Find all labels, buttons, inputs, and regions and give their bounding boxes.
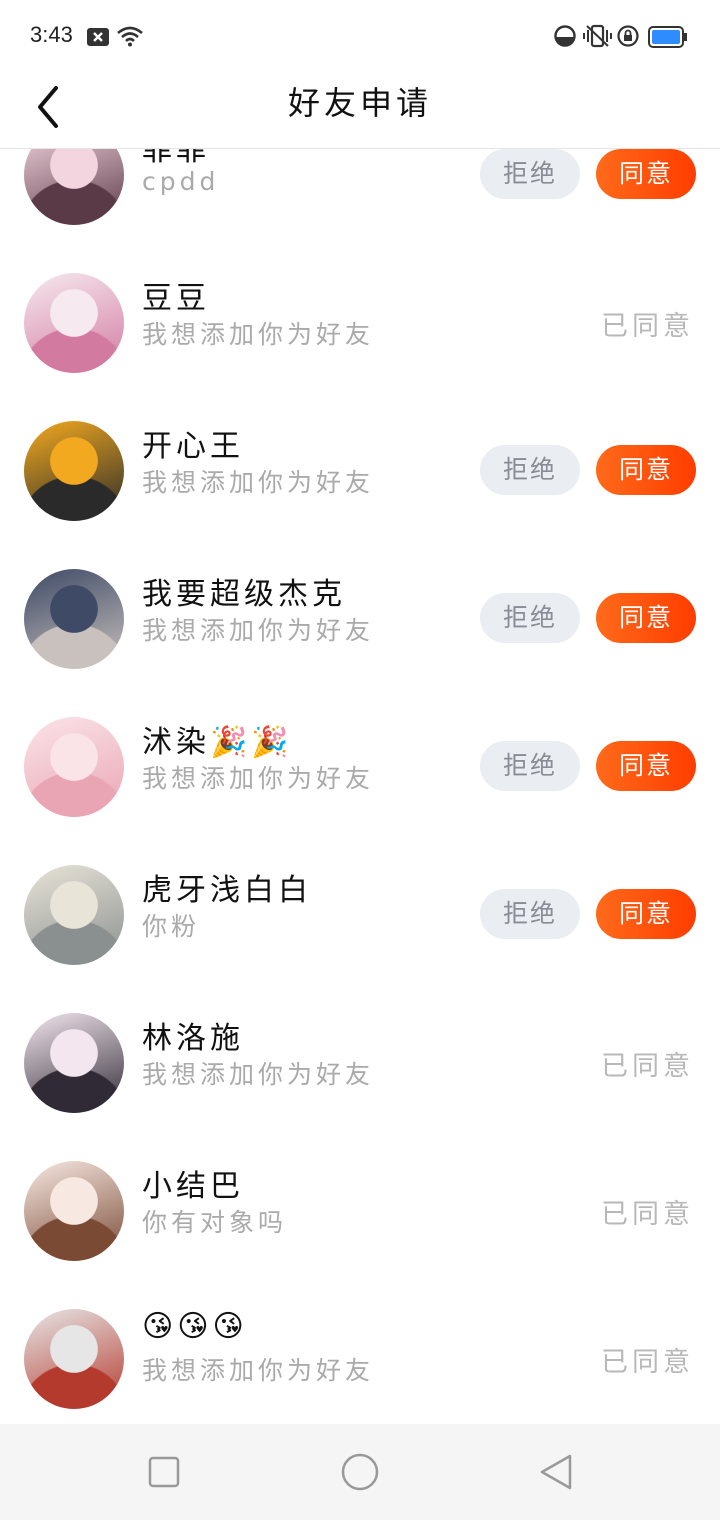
user-name: 开心王 (142, 429, 244, 464)
request-message: 你粉 (142, 912, 201, 941)
user-avatar[interactable] (24, 421, 124, 521)
request-message: 我想添加你为好友 (142, 1356, 375, 1385)
home-button[interactable] (340, 1452, 380, 1492)
request-message: 我想添加你为好友 (142, 468, 375, 497)
request-message: 你有对象吗 (142, 1208, 288, 1237)
recents-button[interactable] (144, 1452, 184, 1492)
data-saver-icon (554, 25, 576, 47)
back-nav-button[interactable] (536, 1452, 576, 1492)
user-name: 小结巴 (142, 1169, 244, 1204)
home-circle-icon (341, 1453, 379, 1491)
accepted-status: 已同意 (601, 1199, 694, 1230)
request-message: 我想添加你为好友 (142, 320, 375, 349)
friend-request-row[interactable]: 豆豆我想添加你为好友 已同意 (0, 248, 720, 396)
page-title: 好友申请 (287, 84, 432, 122)
user-avatar[interactable] (24, 1309, 124, 1409)
system-navigation-bar (0, 1424, 720, 1520)
friend-request-row[interactable]: 😘😘😘 我想添加你为好友 已同意 (0, 1284, 720, 1423)
accepted-status: 已同意 (601, 1347, 694, 1378)
reject-button[interactable]: 拒绝 (480, 445, 580, 495)
reject-button[interactable]: 拒绝 (480, 889, 580, 939)
user-name: 虎牙浅白白 (142, 873, 312, 908)
agree-button[interactable]: 同意 (596, 593, 696, 643)
status-time: 3:43 (30, 22, 73, 47)
request-message: 我想添加你为好友 (142, 1060, 375, 1089)
status-bar: 3:43 (0, 0, 720, 70)
user-name: 豆豆 (142, 281, 210, 316)
friend-request-row[interactable]: 小结巴你有对象吗 已同意 (0, 1136, 720, 1284)
accepted-status: 已同意 (601, 1051, 694, 1082)
wifi-icon (117, 26, 143, 47)
friend-request-row[interactable]: 沭染🎉🎉 我想添加你为好友 拒绝 同意 (0, 692, 720, 840)
rotation-lock-icon (617, 25, 639, 47)
friend-request-row[interactable]: 菲菲 cpdd 拒绝 同意 (0, 149, 720, 248)
recents-square-icon (148, 1456, 180, 1488)
friend-request-row[interactable]: 林洛施我想添加你为好友 已同意 (0, 988, 720, 1136)
friend-request-row[interactable]: 开心王我想添加你为好友 拒绝 同意 (0, 396, 720, 544)
accepted-status: 已同意 (601, 311, 694, 342)
vibrate-icon (583, 24, 612, 48)
user-avatar[interactable] (24, 569, 124, 669)
battery-icon (648, 26, 687, 48)
user-name: 林洛施 (142, 1021, 244, 1056)
notification-x-icon (87, 28, 109, 46)
user-avatar[interactable] (24, 1013, 124, 1113)
user-name: 😘😘😘 (142, 1309, 248, 1344)
user-name: 菲菲 (142, 149, 210, 168)
user-avatar[interactable] (24, 149, 124, 225)
friend-request-list[interactable]: 菲菲 cpdd 拒绝 同意 豆豆 我想添加你为好友 已同意 开心王 我想添加你为好友 拒绝 同意 我要… (0, 149, 720, 1423)
agree-button[interactable]: 同意 (596, 889, 696, 939)
agree-button[interactable]: 同意 (596, 149, 696, 199)
user-avatar[interactable] (24, 1161, 124, 1261)
user-avatar[interactable] (24, 865, 124, 965)
user-avatar[interactable] (24, 273, 124, 373)
reject-button[interactable]: 拒绝 (480, 149, 580, 199)
user-name: 沭染🎉🎉 (142, 725, 293, 760)
friend-request-row[interactable]: 我要超级杰克我想添加你为好友 拒绝 同意 (0, 544, 720, 692)
request-message: 我想添加你为好友 (142, 764, 375, 793)
agree-button[interactable]: 同意 (596, 445, 696, 495)
user-name: 我要超级杰克 (142, 577, 346, 612)
request-message: 我想添加你为好友 (142, 616, 375, 645)
back-triangle-icon (540, 1454, 572, 1490)
friend-request-row[interactable]: 虎牙浅白白你粉 拒绝 同意 (0, 840, 720, 988)
reject-button[interactable]: 拒绝 (480, 593, 580, 643)
agree-button[interactable]: 同意 (596, 741, 696, 791)
reject-button[interactable]: 拒绝 (480, 741, 580, 791)
app-header: 好友申请 (0, 70, 720, 149)
request-message: cpdd (142, 167, 220, 196)
user-avatar[interactable] (24, 717, 124, 817)
